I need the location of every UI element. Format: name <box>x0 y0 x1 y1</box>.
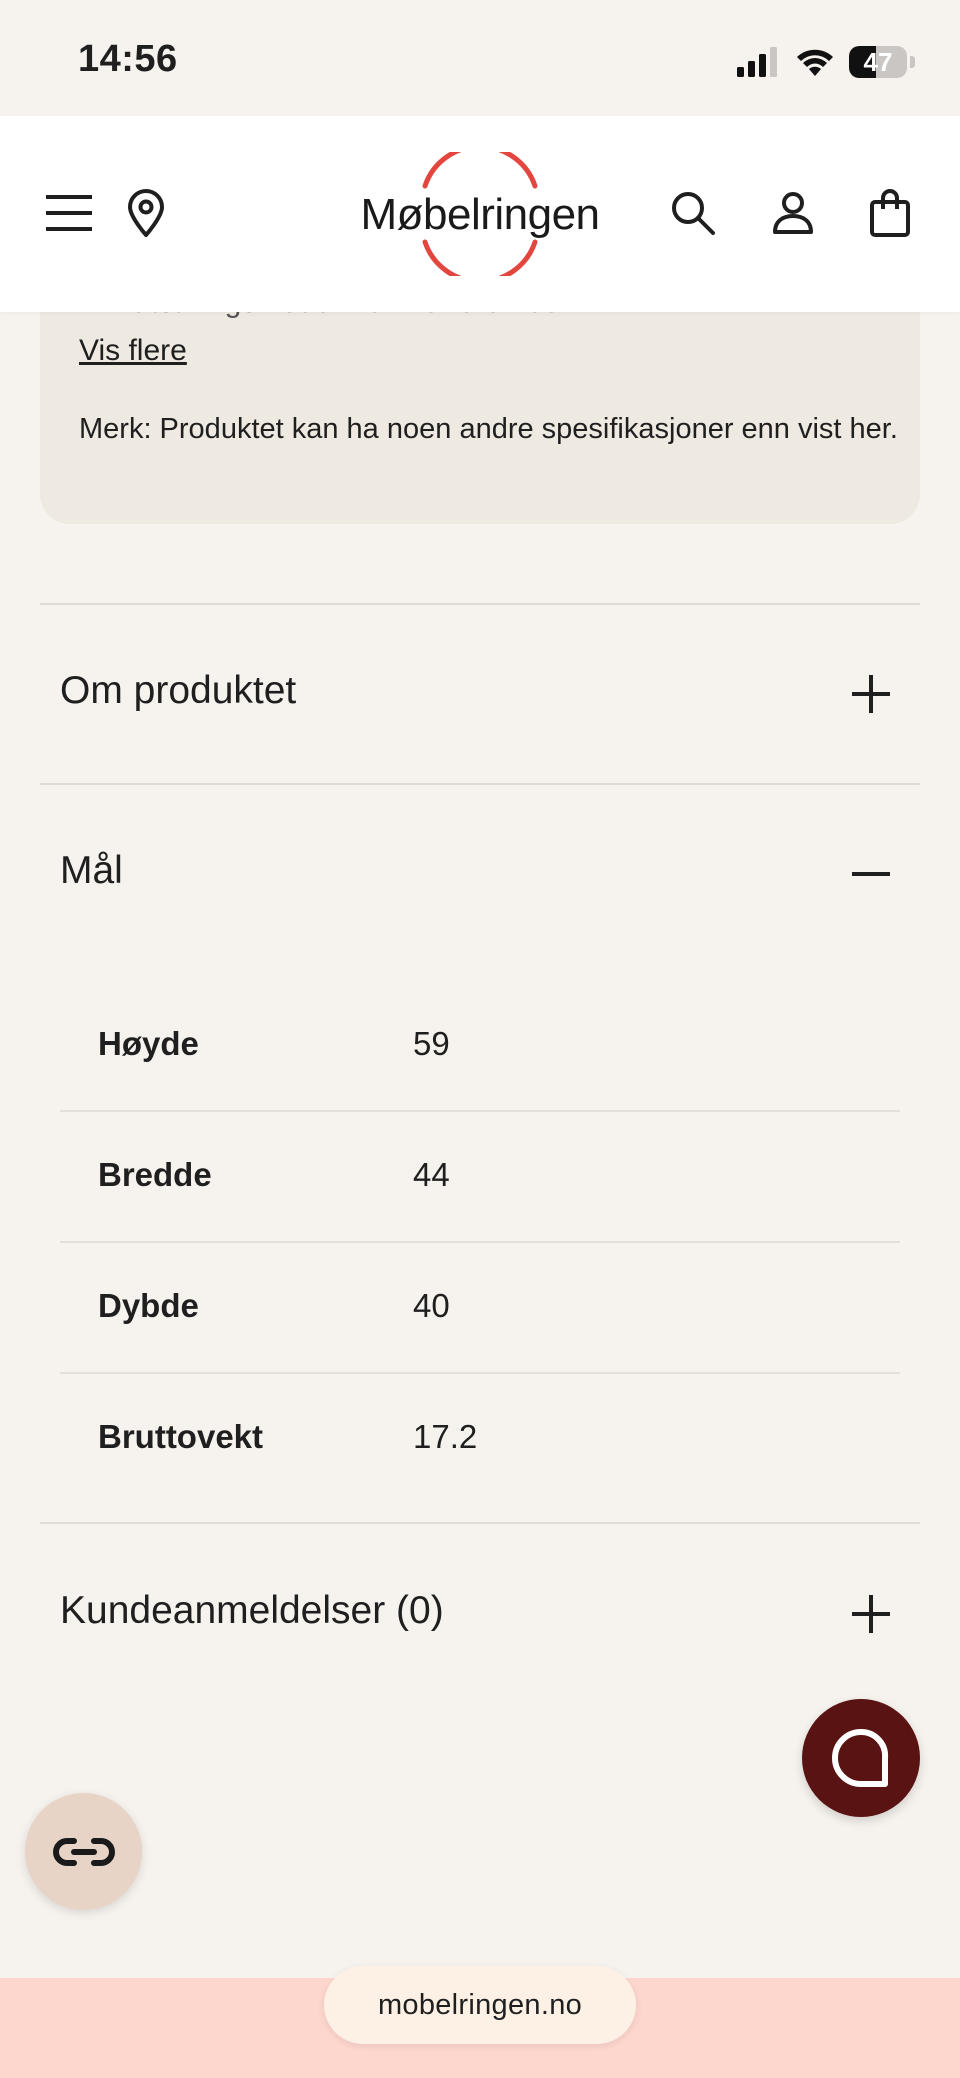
menu-button[interactable] <box>44 188 94 238</box>
cellular-signal-icon <box>737 47 777 77</box>
location-pin-icon <box>128 189 164 237</box>
accordion-dimensions-title: Mål <box>60 849 123 892</box>
dimension-label: Bruttovekt <box>98 1418 264 1455</box>
user-icon <box>773 192 813 234</box>
divider <box>40 783 920 785</box>
link-icon <box>52 1837 115 1866</box>
dimension-label: Høyde <box>98 1025 199 1062</box>
search-icon <box>672 192 715 235</box>
search-button[interactable] <box>668 188 718 238</box>
site-header: Møbelringen <box>0 116 960 312</box>
dimension-value: 59 <box>413 1025 450 1062</box>
accordion-reviews-title: Kundeanmeldelser (0) <box>60 1589 444 1632</box>
dimension-value: 44 <box>413 1156 450 1193</box>
dimension-label: Dybde <box>98 1287 199 1324</box>
dimension-row: Dybde 40 <box>60 1241 900 1371</box>
specifications-note: Merk: Produktet kan ha noen andre spesif… <box>79 413 898 445</box>
menu-icon <box>46 195 92 231</box>
status-bar: 14:56 47 <box>0 0 960 116</box>
battery-icon: 47 <box>849 46 907 78</box>
battery-level: 47 <box>863 46 893 77</box>
store-locator-button[interactable] <box>124 186 168 240</box>
share-link-button[interactable] <box>25 1793 142 1910</box>
dimension-value: 17.2 <box>413 1418 478 1455</box>
dimension-label: Bredde <box>98 1156 212 1193</box>
status-icons: 47 <box>737 44 915 80</box>
dimension-row: Bruttovekt 17.2 <box>60 1372 900 1502</box>
expand-about-button[interactable] <box>846 669 896 719</box>
expand-reviews-button[interactable] <box>846 1589 896 1639</box>
dimension-value: 40 <box>413 1287 450 1324</box>
url-bar[interactable]: mobelringen.no <box>324 1966 636 2044</box>
cart-button[interactable] <box>866 186 914 240</box>
wifi-icon <box>797 49 833 76</box>
brand-name: Møbelringen <box>360 190 600 239</box>
brand-logo[interactable]: Møbelringen <box>352 152 608 276</box>
status-time: 14:56 <box>78 38 178 80</box>
chat-bubble-icon <box>832 1728 889 1787</box>
shopping-bag-icon <box>870 189 910 237</box>
accordion-about-title: Om produktet <box>60 669 297 712</box>
show-more-link[interactable]: Vis flere <box>79 334 187 368</box>
chat-button[interactable] <box>802 1699 920 1817</box>
dimension-row: Høyde 59 <box>60 979 900 1109</box>
collapse-dimensions-button[interactable] <box>846 849 896 899</box>
account-button[interactable] <box>768 188 818 238</box>
dimension-row: Bredde 44 <box>60 1110 900 1240</box>
